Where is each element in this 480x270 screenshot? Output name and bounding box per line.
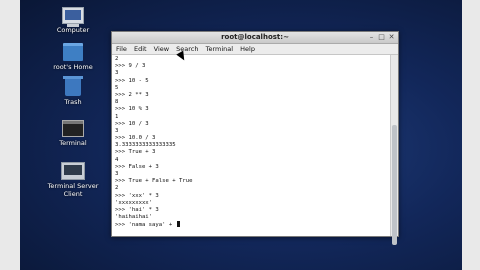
terminal-line: >>> 'xxx' * 3 bbox=[115, 192, 159, 199]
close-button[interactable]: ✕ bbox=[387, 33, 396, 42]
minimize-button[interactable]: – bbox=[367, 33, 376, 42]
terminal-line: >>> 9 / 3 bbox=[115, 63, 146, 70]
terminal-line: 3 bbox=[115, 127, 119, 134]
desktop-icon-label: Terminal Server Client bbox=[47, 182, 99, 198]
home-folder-icon bbox=[63, 43, 83, 61]
terminal-line: 8 bbox=[115, 99, 119, 106]
menu-edit[interactable]: Edit bbox=[134, 45, 147, 53]
terminal-line: >>> 10 / 3 bbox=[115, 120, 149, 127]
terminal-line: 'xxxxxxxxx' bbox=[115, 199, 153, 206]
desktop: Computer root's Home Trash Terminal Term… bbox=[20, 0, 462, 270]
terminal-line: 3 bbox=[115, 171, 119, 177]
terminal-prompt-line[interactable]: >>> 'nama saya' + bbox=[115, 221, 391, 228]
terminal-line: 5 bbox=[115, 84, 119, 91]
terminal-line: 1 bbox=[115, 113, 119, 120]
menu-bar: File Edit View Search Terminal Help bbox=[112, 44, 398, 55]
desktop-icon-label: root's Home bbox=[53, 63, 93, 71]
desktop-icon-label: Computer bbox=[56, 26, 90, 34]
desktop-icon-home[interactable]: root's Home bbox=[45, 43, 101, 71]
terminal-line: >>> False + 3 bbox=[115, 163, 159, 170]
terminal-line: >>> 'hai' * 3 bbox=[115, 206, 159, 213]
terminal-line: >>> 10 - 5 bbox=[115, 77, 149, 84]
desktop-icon-terminal-server-client[interactable]: Terminal Server Client bbox=[45, 162, 101, 198]
maximize-button[interactable]: □ bbox=[377, 33, 386, 42]
terminal-line: >>> True + 3 bbox=[115, 149, 156, 156]
terminal-line: >>> 10.0 / 3 bbox=[115, 135, 156, 142]
text-cursor bbox=[176, 221, 180, 228]
terminal-line: 'haihaihai' bbox=[115, 214, 153, 221]
window-title: root@localhost:~ bbox=[221, 33, 289, 41]
menu-help[interactable]: Help bbox=[240, 45, 255, 53]
terminal-line: 3.3333333333333335 bbox=[115, 142, 176, 149]
terminal-line: 3 bbox=[115, 70, 119, 77]
terminal-line: >>> True + False + True bbox=[115, 178, 193, 185]
desktop-icon-computer[interactable]: Computer bbox=[45, 7, 101, 34]
terminal-line: 2 bbox=[115, 56, 119, 62]
terminal-line: 2 bbox=[115, 185, 119, 192]
computer-icon bbox=[62, 7, 84, 27]
trash-icon bbox=[63, 76, 83, 96]
terminal-line: 4 bbox=[115, 156, 119, 163]
vertical-scrollbar[interactable] bbox=[390, 55, 398, 245]
desktop-icon-trash[interactable]: Trash bbox=[45, 76, 101, 106]
desktop-icon-label: Terminal bbox=[59, 139, 87, 147]
terminal-line: >>> 10 % 3 bbox=[115, 106, 149, 113]
terminal-window[interactable]: root@localhost:~ – □ ✕ File Edit View Se… bbox=[111, 31, 399, 245]
terminal-icon bbox=[62, 120, 84, 137]
scrollbar-thumb[interactable] bbox=[392, 125, 397, 245]
window-titlebar[interactable]: root@localhost:~ – □ ✕ bbox=[112, 32, 398, 44]
desktop-icon-label: Trash bbox=[64, 98, 82, 106]
menu-terminal[interactable]: Terminal bbox=[206, 45, 233, 53]
current-input: >>> 'nama saya' + bbox=[115, 222, 176, 229]
menu-view[interactable]: View bbox=[154, 45, 169, 53]
desktop-icon-terminal[interactable]: Terminal bbox=[45, 120, 101, 147]
terminal-output[interactable]: 2 >>> 9 / 3 3 >>> 10 - 5 5 >>> 2 ** 3 8 … bbox=[112, 55, 391, 236]
terminal-line: >>> 2 ** 3 bbox=[115, 91, 149, 98]
menu-file[interactable]: File bbox=[116, 45, 127, 53]
remote-desktop-icon bbox=[61, 162, 85, 180]
